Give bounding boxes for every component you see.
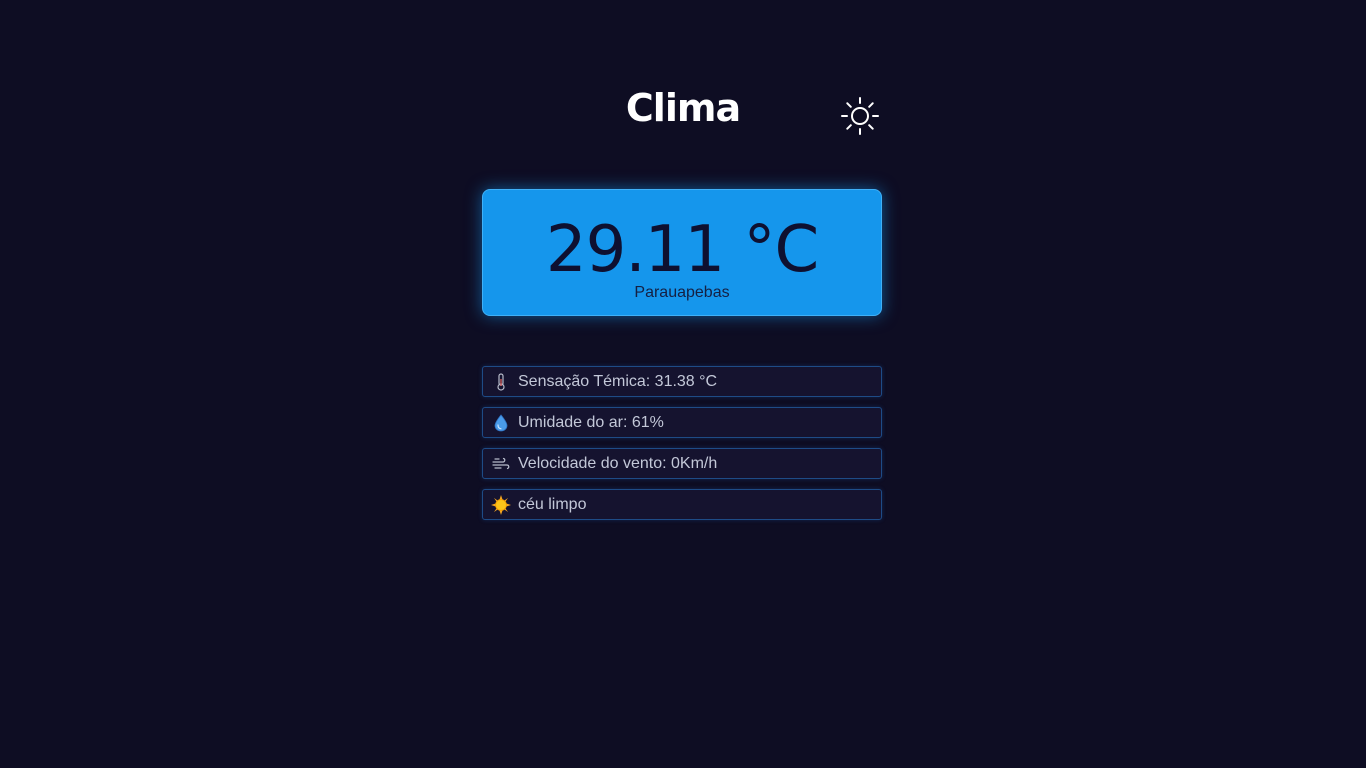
sky-condition-row: céu limpo (482, 489, 882, 520)
page-title: Clima (625, 86, 741, 130)
sun-icon (841, 97, 879, 135)
theme-toggle-button[interactable] (838, 94, 882, 138)
temperature-card: 29.11 °C Parauapebas (482, 189, 882, 316)
temperature-value: 29.11 °C (545, 213, 819, 287)
feels-like-row: Sensação Témica: 31.38 °C (482, 366, 882, 397)
sun-emoji-icon (491, 494, 511, 515)
city-name: Parauapebas (634, 284, 730, 301)
thermometer-icon (491, 372, 511, 392)
humidity-row: Umidade do ar: 61% (482, 407, 882, 438)
weather-details-list: Sensação Témica: 31.38 °C Umidade do ar:… (482, 366, 882, 530)
feels-like-text: Sensação Témica: 31.38 °C (518, 372, 718, 390)
water-drop-icon (491, 413, 511, 433)
wind-icon (491, 454, 511, 474)
wind-speed-text: Velocidade do vento: 0Km/h (518, 454, 718, 472)
wind-row: Velocidade do vento: 0Km/h (482, 448, 882, 479)
humidity-text: Umidade do ar: 61% (518, 413, 664, 431)
weather-page: Clima 29.11 °C Parauapebas Sensação Témi… (0, 0, 1366, 768)
sky-condition-text: céu limpo (518, 495, 587, 513)
